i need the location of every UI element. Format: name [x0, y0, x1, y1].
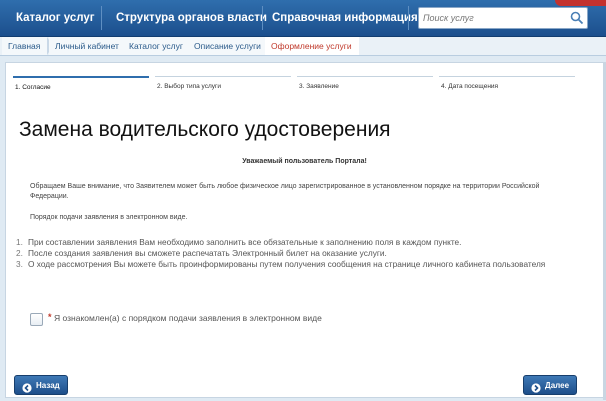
procedure-heading: Порядок подачи заявления в электронном в…	[30, 214, 188, 221]
main-panel: 1. Согласие 2. Выбор типа услуги 3. Заяв…	[5, 62, 604, 398]
wizard-step-label: 3. Заявление	[299, 83, 339, 90]
next-button[interactable]: Далее	[523, 375, 577, 395]
breadcrumb: Главная Личный кабинет Каталог услуг Опи…	[0, 37, 606, 56]
nav-item-reference[interactable]: Справочная информация	[262, 0, 428, 36]
chevron-right-icon	[531, 381, 541, 393]
back-button[interactable]: Назад	[14, 375, 68, 395]
breadcrumb-label: Описание услуги	[194, 41, 261, 51]
list-item: 1. При составлении заявления Вам необход…	[16, 237, 576, 248]
page-title: Замена водительского удостоверения	[19, 118, 391, 141]
wizard-step-application: 3. Заявление	[297, 76, 433, 95]
list-item-text: При составлении заявления Вам необходимо…	[28, 237, 462, 247]
consent-label[interactable]: Я ознакомлен(а) с порядком подачи заявле…	[54, 313, 322, 323]
list-item-text: После создания заявления вы сможете расп…	[28, 248, 387, 258]
chevron-left-icon	[22, 381, 32, 393]
nav-divider	[101, 6, 102, 30]
breadcrumb-label: Главная	[8, 41, 41, 51]
breadcrumb-label: Оформление услуги	[271, 41, 352, 51]
required-mark: *	[48, 312, 52, 322]
wizard-step-label: 2. Выбор типа услуги	[157, 83, 222, 90]
breadcrumb-service-description[interactable]: Описание услуги	[188, 37, 274, 55]
rules-list: 1. При составлении заявления Вам необход…	[16, 237, 576, 270]
corner-tab	[555, 0, 606, 6]
wizard-steps: 1. Согласие 2. Выбор типа услуги 3. Заяв…	[13, 76, 598, 96]
nav-item-catalog[interactable]: Каталог услуг	[6, 0, 105, 36]
breadcrumb-home[interactable]: Главная	[2, 37, 54, 55]
wizard-step-service-type: 2. Выбор типа услуги	[155, 76, 291, 95]
breadcrumb-current: Оформление услуги	[265, 37, 359, 55]
wizard-step-label: 1. Согласие	[15, 84, 51, 91]
top-navigation: Каталог услуг Структура органов власти С…	[0, 0, 606, 37]
search-icon[interactable]	[569, 10, 585, 26]
search-input[interactable]	[419, 9, 567, 27]
breadcrumb-label: Личный кабинет	[55, 41, 119, 51]
consent-checkbox[interactable]	[30, 313, 43, 326]
breadcrumb-cabinet[interactable]: Личный кабинет	[49, 37, 132, 55]
breadcrumb-catalog[interactable]: Каталог услуг	[123, 37, 196, 55]
wizard-step-consent: 1. Согласие	[13, 76, 149, 96]
list-item: 2. После создания заявления вы сможете р…	[16, 248, 576, 259]
search-box	[418, 7, 588, 29]
greeting-heading: Уважаемый пользователь Портала!	[242, 158, 367, 165]
list-item-number: 1.	[16, 237, 23, 247]
nav-item-authorities[interactable]: Структура органов власти	[106, 0, 277, 36]
back-button-label: Назад	[36, 381, 60, 390]
list-item: 3. О ходе рассмотрения Вы можете быть пр…	[16, 259, 576, 270]
wizard-step-visit-date: 4. Дата посещения	[439, 76, 575, 95]
notice-text: Обращаем Ваше внимание, что Заявителем м…	[30, 183, 540, 200]
nav-divider	[408, 6, 409, 30]
list-item-text: О ходе рассмотрения Вы можете быть проин…	[28, 259, 546, 269]
next-button-label: Далее	[545, 381, 570, 390]
list-item-number: 3.	[16, 259, 23, 269]
list-item-number: 2.	[16, 248, 23, 258]
breadcrumb-label: Каталог услуг	[129, 41, 183, 51]
wizard-step-label: 4. Дата посещения	[441, 83, 499, 90]
